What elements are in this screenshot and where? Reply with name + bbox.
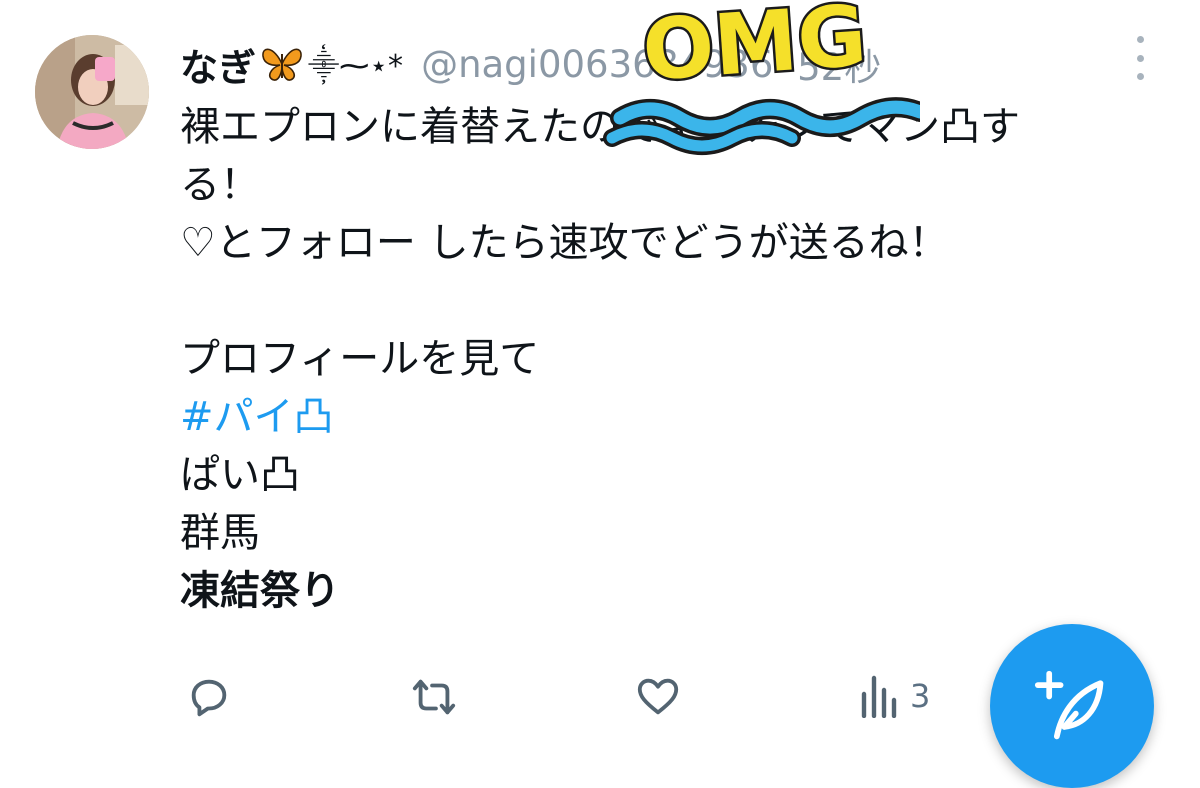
retweet-icon: [412, 679, 456, 715]
reply-icon: [191, 679, 227, 717]
tweet-line: 群馬: [180, 510, 260, 556]
compose-icon: [1034, 670, 1104, 740]
omg-stamp: OMG: [603, 0, 920, 155]
like-button[interactable]: [634, 674, 682, 720]
display-name[interactable]: なぎ: [180, 37, 256, 92]
like-icon: [637, 678, 679, 715]
tweet-line: ♡とフォロー したら速攻でどうが送るね！: [180, 220, 949, 266]
tweet-line: プロフィールを見て: [180, 336, 540, 382]
reply-button[interactable]: [186, 674, 232, 720]
name-decoration-text: ⸎⁓⋆*: [308, 48, 404, 84]
tweet-line: ぱい凸: [180, 452, 300, 498]
avatar[interactable]: [35, 35, 149, 149]
tweet-line-bold: 凍結祭り: [180, 568, 340, 614]
omg-stamp-text: OMG: [639, 0, 869, 100]
views-button[interactable]: 3: [860, 674, 930, 718]
butterfly-icon: [262, 48, 302, 81]
tweet-text: 裸エプロンに着替えたのでキッチンでマン凸す る！ ♡とフォロー したら速攻でどう…: [180, 98, 1180, 620]
hashtag-link[interactable]: #パイ凸: [180, 388, 1180, 446]
views-icon: [861, 675, 897, 718]
name-decoration: ⸎⁓⋆*: [260, 44, 403, 85]
more-icon[interactable]: [1128, 36, 1152, 80]
views-count: 3: [910, 677, 931, 715]
compose-tweet-button[interactable]: [990, 624, 1154, 788]
retweet-button[interactable]: [410, 674, 458, 720]
